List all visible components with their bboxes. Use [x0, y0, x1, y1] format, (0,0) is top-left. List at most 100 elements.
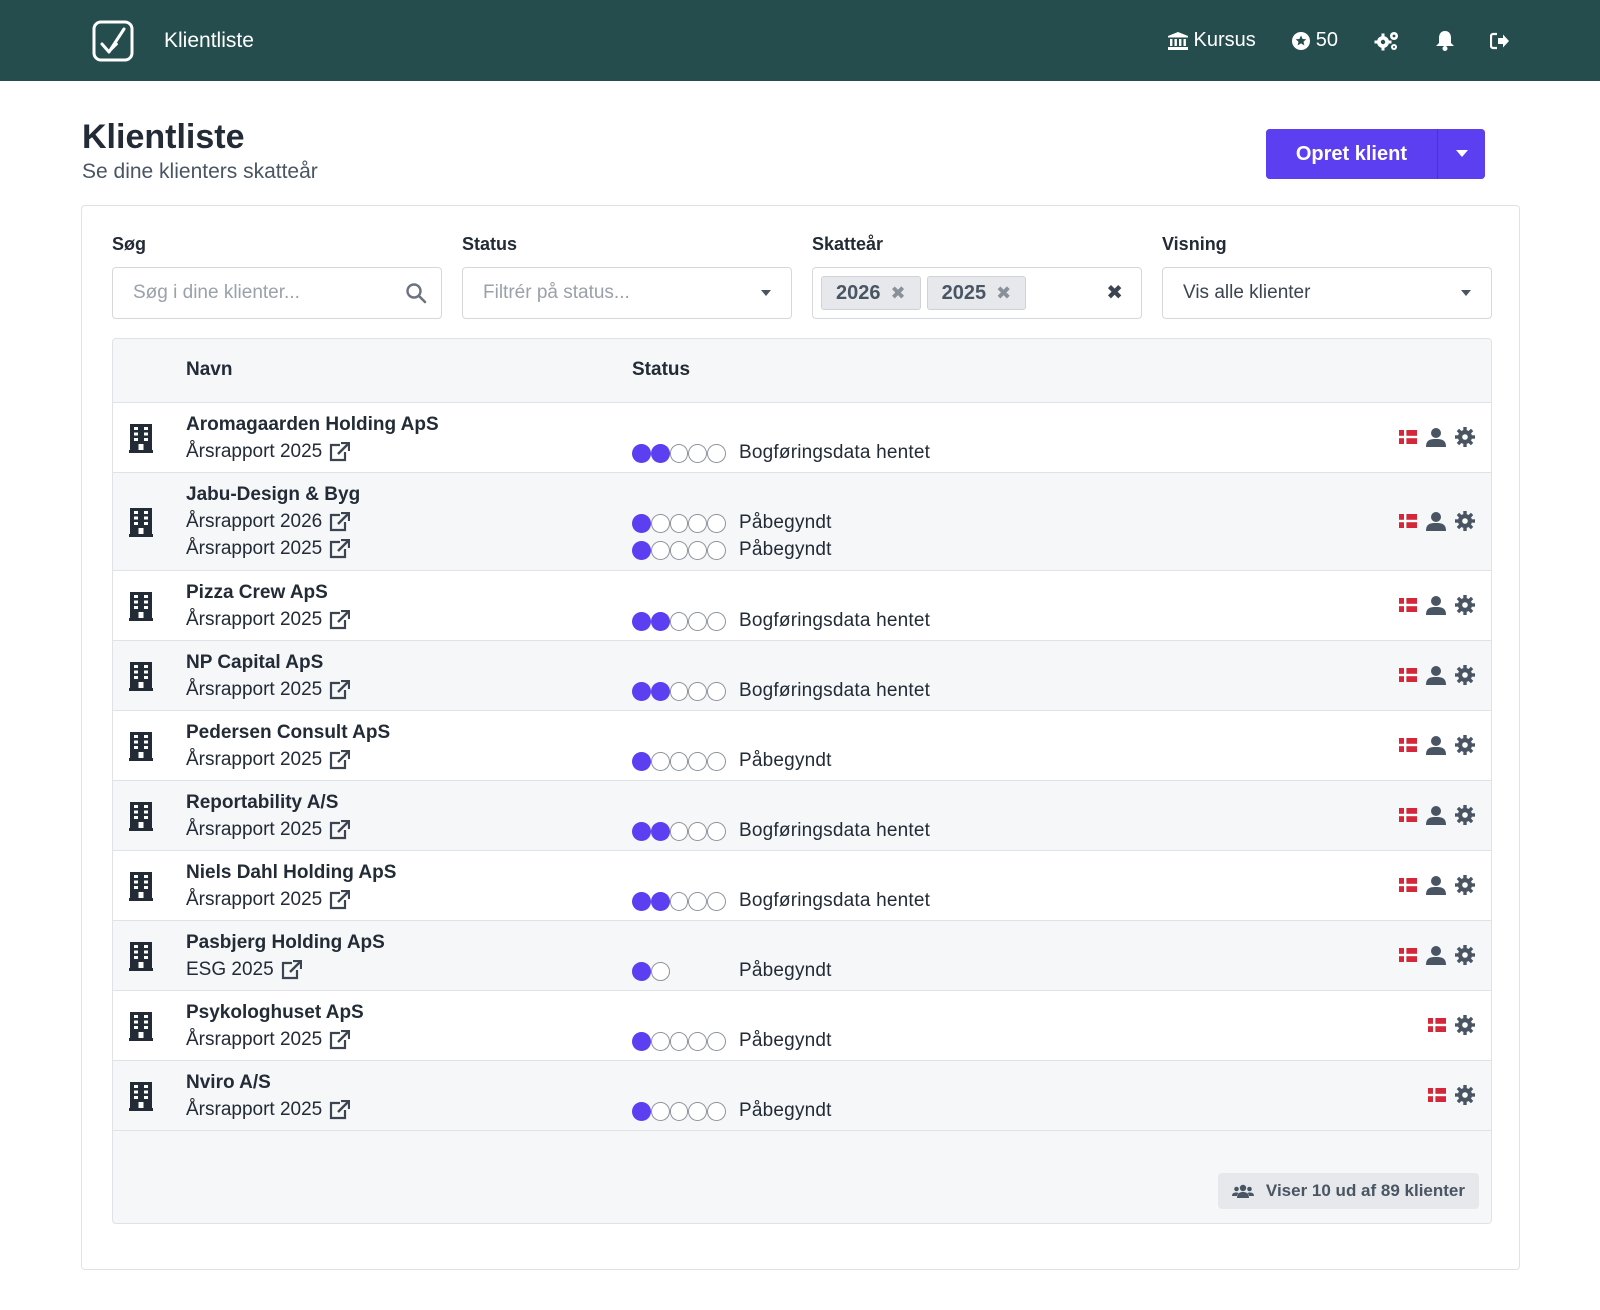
tax-year-label: Skatteår: [812, 234, 884, 254]
table-row[interactable]: Pasbjerg Holding ApS ESG 2025 Påbegyndt: [113, 921, 1491, 991]
progress-dot-filled: [632, 513, 651, 533]
client-name[interactable]: Jabu-Design & Byg: [186, 484, 360, 506]
gear-icon[interactable]: [1455, 511, 1475, 531]
client-name[interactable]: Psykologhuset ApS: [186, 1002, 364, 1024]
report-link[interactable]: Årsrapport 2025: [186, 441, 351, 463]
danish-flag-icon[interactable]: [1399, 598, 1417, 612]
report-link[interactable]: ESG 2025: [186, 959, 302, 981]
gear-icon[interactable]: [1455, 945, 1475, 965]
report-link[interactable]: Årsrapport 2025: [186, 679, 351, 701]
app-title[interactable]: Klientliste: [164, 29, 254, 53]
report-link[interactable]: Årsrapport 2025: [186, 819, 351, 841]
table-row[interactable]: Aromagaarden Holding ApS Årsrapport 2025 B…: [113, 403, 1491, 473]
gear-icon[interactable]: [1455, 427, 1475, 447]
report-link[interactable]: Årsrapport 2025: [186, 1029, 351, 1051]
table-row[interactable]: Nviro A/S Årsrapport 2025 Påbegyndt: [113, 1061, 1491, 1131]
kursus-label: Kursus: [1193, 29, 1256, 51]
report-link[interactable]: Årsrapport 2025: [186, 1099, 351, 1121]
create-client-button[interactable]: Opret klient: [1265, 129, 1437, 179]
status-select[interactable]: Filtrér på status...: [462, 267, 792, 319]
progress-dot-empty: [669, 540, 689, 560]
progress-dot-empty: [688, 891, 708, 911]
status-text: Bogføringsdata hentet: [739, 680, 931, 701]
table-row[interactable]: Reportability A/S Årsrapport 2025 Bogførin…: [113, 781, 1491, 851]
create-client-dropdown-toggle[interactable]: [1437, 129, 1485, 179]
report-link[interactable]: Årsrapport 2025: [186, 889, 351, 911]
report-link[interactable]: Årsrapport 2025: [186, 609, 351, 631]
progress-dot-filled: [650, 443, 670, 463]
user-icon[interactable]: [1426, 427, 1446, 447]
client-name[interactable]: Niels Dahl Holding ApS: [186, 862, 396, 884]
points-indicator[interactable]: 50: [1291, 29, 1338, 52]
user-icon[interactable]: [1426, 805, 1446, 825]
client-name[interactable]: Reportability A/S: [186, 792, 338, 814]
kursus-link[interactable]: Kursus: [1167, 29, 1256, 52]
view-select[interactable]: Vis alle klienter: [1162, 267, 1492, 319]
user-icon[interactable]: [1426, 875, 1446, 895]
table-row[interactable]: Jabu-Design & Byg Årsrapport 2026 Påbegynd…: [113, 473, 1491, 571]
gear-icon[interactable]: [1455, 665, 1475, 685]
user-icon[interactable]: [1426, 511, 1446, 531]
table-row[interactable]: Pedersen Consult ApS Årsrapport 2025 Påbeg…: [113, 711, 1491, 781]
danish-flag-icon[interactable]: [1399, 738, 1417, 752]
progress-dot-empty: [707, 891, 726, 911]
gear-icon[interactable]: [1455, 1085, 1475, 1105]
report-link[interactable]: Årsrapport 2025: [186, 749, 351, 771]
row-actions: [1390, 875, 1475, 895]
client-name[interactable]: Aromagaarden Holding ApS: [186, 414, 439, 436]
danish-flag-icon[interactable]: [1399, 514, 1417, 528]
danish-flag-icon[interactable]: [1428, 1088, 1446, 1102]
danish-flag-icon[interactable]: [1399, 430, 1417, 444]
gear-icon[interactable]: [1455, 735, 1475, 755]
search-icon[interactable]: [405, 282, 427, 304]
report-label: Årsrapport 2025: [186, 749, 323, 770]
external-link-icon: [330, 539, 351, 559]
client-name[interactable]: Nviro A/S: [186, 1072, 271, 1094]
progress-dot-empty: [650, 513, 670, 533]
user-icon[interactable]: [1426, 595, 1446, 615]
client-name[interactable]: Pedersen Consult ApS: [186, 722, 390, 744]
gear-icon[interactable]: [1455, 595, 1475, 615]
caret-down-icon: [1455, 150, 1468, 157]
progress-dots: [632, 681, 726, 701]
logout-button[interactable]: [1490, 32, 1510, 50]
progress-dots: [632, 443, 726, 463]
user-icon[interactable]: [1426, 735, 1446, 755]
remove-chip-icon[interactable]: ✖: [996, 283, 1011, 304]
column-header-name[interactable]: Navn: [186, 359, 232, 381]
danish-flag-icon[interactable]: [1399, 948, 1417, 962]
progress-dot-empty: [688, 540, 708, 560]
danish-flag-icon[interactable]: [1399, 878, 1417, 892]
client-name[interactable]: NP Capital ApS: [186, 652, 323, 674]
search-field: [112, 267, 442, 319]
danish-flag-icon[interactable]: [1428, 1018, 1446, 1032]
row-actions: [1390, 665, 1475, 685]
tax-year-select[interactable]: 2026 ✖ 2025 ✖ ✖: [812, 267, 1142, 319]
table-row[interactable]: NP Capital ApS Årsrapport 2025 Bogføringsd…: [113, 641, 1491, 711]
building-icon: [129, 942, 153, 971]
gear-icon[interactable]: [1455, 1015, 1475, 1035]
danish-flag-icon[interactable]: [1399, 668, 1417, 682]
remove-chip-icon[interactable]: ✖: [891, 283, 906, 304]
danish-flag-icon[interactable]: [1399, 808, 1417, 822]
table-row[interactable]: Niels Dahl Holding ApS Årsrapport 2025 Bog…: [113, 851, 1491, 921]
table-row[interactable]: Psykologhuset ApS Årsrapport 2025 Påbegynd…: [113, 991, 1491, 1061]
client-name[interactable]: Pasbjerg Holding ApS: [186, 932, 385, 954]
gear-icon[interactable]: [1455, 805, 1475, 825]
notifications-button[interactable]: [1436, 30, 1454, 51]
report-link[interactable]: Årsrapport 2026: [186, 511, 351, 533]
column-header-status[interactable]: Status: [632, 359, 690, 381]
user-icon[interactable]: [1426, 945, 1446, 965]
row-actions: [1390, 595, 1475, 615]
check-logo-icon[interactable]: [92, 20, 134, 62]
search-input[interactable]: [133, 282, 421, 304]
chevron-down-icon: [1461, 290, 1471, 296]
clear-selection-icon[interactable]: ✖: [1106, 280, 1123, 305]
gear-icon[interactable]: [1455, 875, 1475, 895]
table-row[interactable]: Pizza Crew ApS Årsrapport 2025 Bogføringsd…: [113, 571, 1491, 641]
settings-button[interactable]: [1374, 30, 1400, 52]
report-link[interactable]: Årsrapport 2025: [186, 538, 351, 560]
client-name[interactable]: Pizza Crew ApS: [186, 582, 328, 604]
user-icon[interactable]: [1426, 665, 1446, 685]
building-icon: [129, 802, 153, 831]
